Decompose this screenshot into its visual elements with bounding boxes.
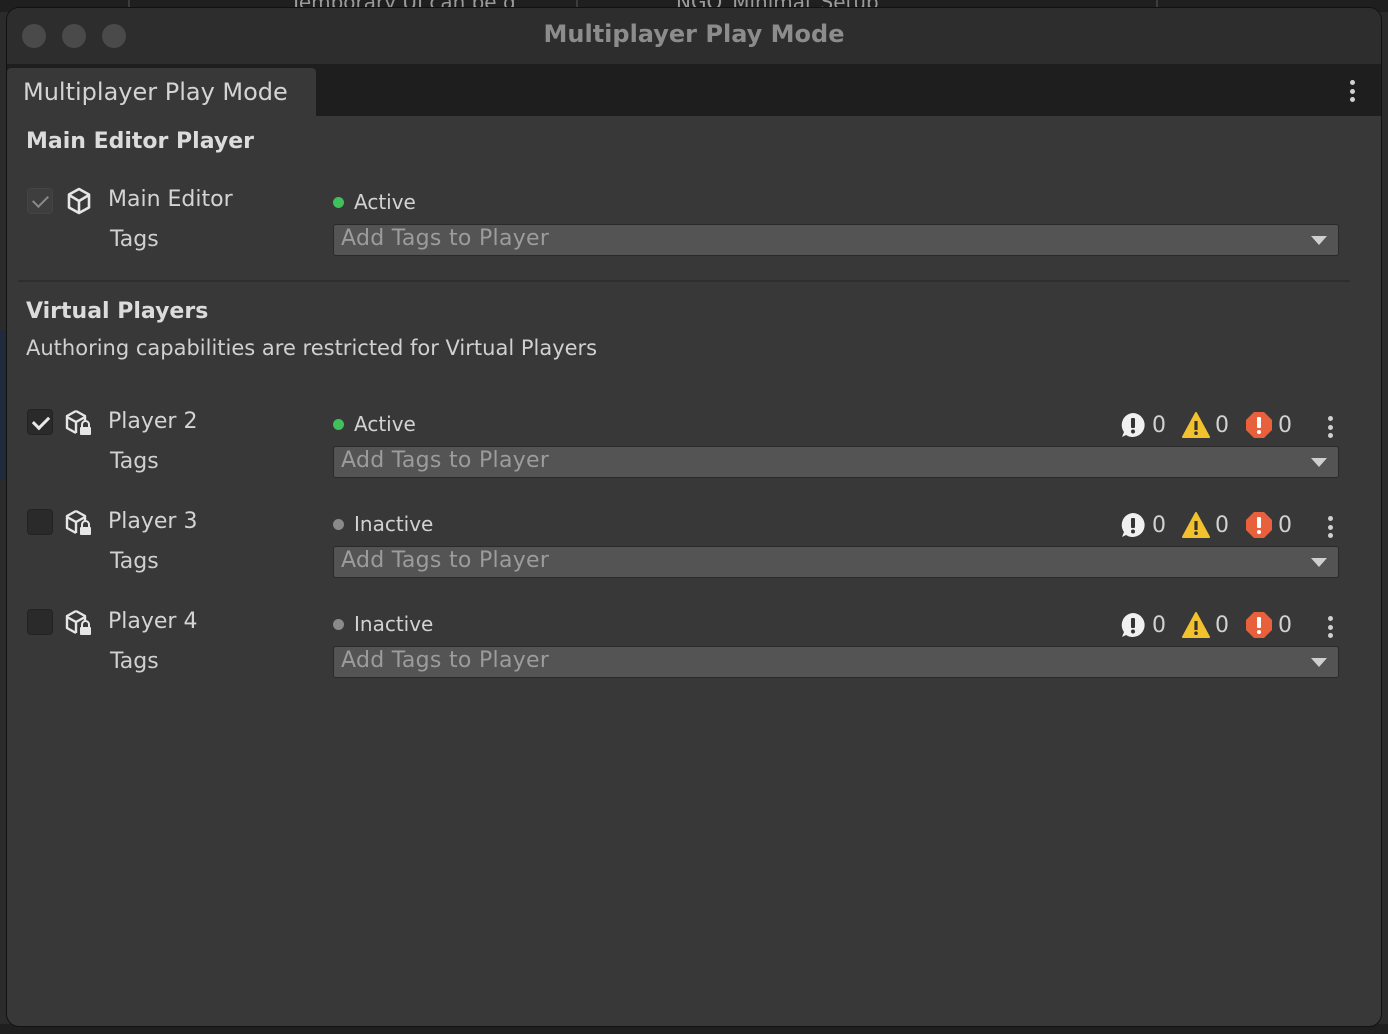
more-vertical-icon [1327, 416, 1333, 438]
main-editor-name: Main Editor [108, 187, 233, 212]
dropdown-arrow-icon [1311, 236, 1327, 245]
player-3-status: Inactive [333, 512, 433, 536]
background-text-left: Temporary UI can be d [290, 0, 575, 8]
window-options-menu-button[interactable] [1349, 80, 1355, 102]
warning-icon [1182, 512, 1210, 538]
window-title: Multiplayer Play Mode [543, 20, 845, 48]
dropdown-arrow-icon [1311, 558, 1327, 567]
main-editor-tags-label: Tags [110, 227, 159, 252]
tab-label: Multiplayer Play Mode [23, 78, 288, 106]
tags-dropdown-placeholder: Add Tags to Player [341, 548, 550, 573]
virtual-player-icon [65, 409, 91, 435]
tab-multiplayer-play-mode[interactable]: Multiplayer Play Mode [7, 68, 316, 116]
player-3-options-button[interactable] [1327, 516, 1333, 538]
player-2-status: Active [333, 412, 416, 436]
player-4-warning-count[interactable]: 0 [1182, 611, 1229, 639]
window-titlebar[interactable]: Multiplayer Play Mode [7, 8, 1381, 64]
info-icon [1121, 413, 1145, 437]
player-3-warning-count[interactable]: 0 [1182, 511, 1229, 539]
error-icon [1246, 612, 1272, 638]
tags-dropdown-placeholder: Add Tags to Player [341, 448, 550, 473]
status-active-icon [333, 197, 344, 208]
virtual-player-icon [65, 609, 91, 635]
multiplayer-play-mode-window: Multiplayer Play Mode Multiplayer Play M… [7, 8, 1381, 1026]
player-2-tags-dropdown[interactable]: Add Tags to Player [333, 446, 1339, 478]
tags-dropdown-placeholder: Add Tags to Player [341, 648, 550, 673]
status-inactive-icon [333, 519, 344, 530]
player-2-tags-label: Tags [110, 449, 159, 474]
info-icon [1121, 513, 1145, 537]
player-4-options-button[interactable] [1327, 616, 1333, 638]
player-3-error-count[interactable]: 0 [1245, 511, 1292, 539]
player-4-checkbox[interactable] [27, 609, 53, 635]
warning-icon [1182, 612, 1210, 638]
section-divider [18, 280, 1350, 282]
more-vertical-icon [1349, 80, 1355, 102]
status-inactive-icon [333, 619, 344, 630]
info-icon [1121, 613, 1145, 637]
player-2-options-button[interactable] [1327, 416, 1333, 438]
player-4-tags-label: Tags [110, 649, 159, 674]
player-2-log-counters: 0 0 0 [1119, 410, 1308, 440]
virtual-players-section-title: Virtual Players [26, 299, 209, 324]
player-3-log-counters: 0 0 0 [1119, 510, 1308, 540]
player-3-tags-label: Tags [110, 549, 159, 574]
main-editor-status: Active [333, 190, 416, 214]
error-icon [1246, 412, 1272, 438]
error-icon [1246, 512, 1272, 538]
player-2-name: Player 2 [108, 409, 198, 434]
more-vertical-icon [1327, 516, 1333, 538]
player-3-info-count[interactable]: 0 [1119, 511, 1166, 539]
player-4-tags-dropdown[interactable]: Add Tags to Player [333, 646, 1339, 678]
player-3-name: Player 3 [108, 509, 198, 534]
player-2-info-count[interactable]: 0 [1119, 411, 1166, 439]
more-vertical-icon [1327, 616, 1333, 638]
tags-dropdown-placeholder: Add Tags to Player [341, 226, 550, 251]
main-editor-checkbox [27, 188, 53, 214]
player-3-checkbox[interactable] [27, 509, 53, 535]
player-4-error-count[interactable]: 0 [1245, 611, 1292, 639]
warning-icon [1182, 412, 1210, 438]
player-2-warning-count[interactable]: 0 [1182, 411, 1229, 439]
tab-bar: Multiplayer Play Mode [7, 64, 1381, 116]
status-active-icon [333, 419, 344, 430]
player-4-info-count[interactable]: 0 [1119, 611, 1166, 639]
player-2-error-count[interactable]: 0 [1245, 411, 1292, 439]
background-text-right: NGO_Minimal_Setup [676, 0, 936, 8]
dropdown-arrow-icon [1311, 458, 1327, 467]
main-editor-tags-dropdown[interactable]: Add Tags to Player [333, 224, 1339, 256]
main-editor-section-title: Main Editor Player [26, 129, 255, 154]
dropdown-arrow-icon [1311, 658, 1327, 667]
virtual-players-subtitle: Authoring capabilities are restricted fo… [26, 336, 598, 360]
virtual-player-icon [65, 509, 91, 535]
player-4-status: Inactive [333, 612, 433, 636]
player-3-tags-dropdown[interactable]: Add Tags to Player [333, 546, 1339, 578]
unity-logo-icon [67, 187, 91, 215]
player-4-name: Player 4 [108, 609, 198, 634]
player-2-checkbox[interactable] [27, 409, 53, 435]
player-4-log-counters: 0 0 0 [1119, 610, 1308, 640]
